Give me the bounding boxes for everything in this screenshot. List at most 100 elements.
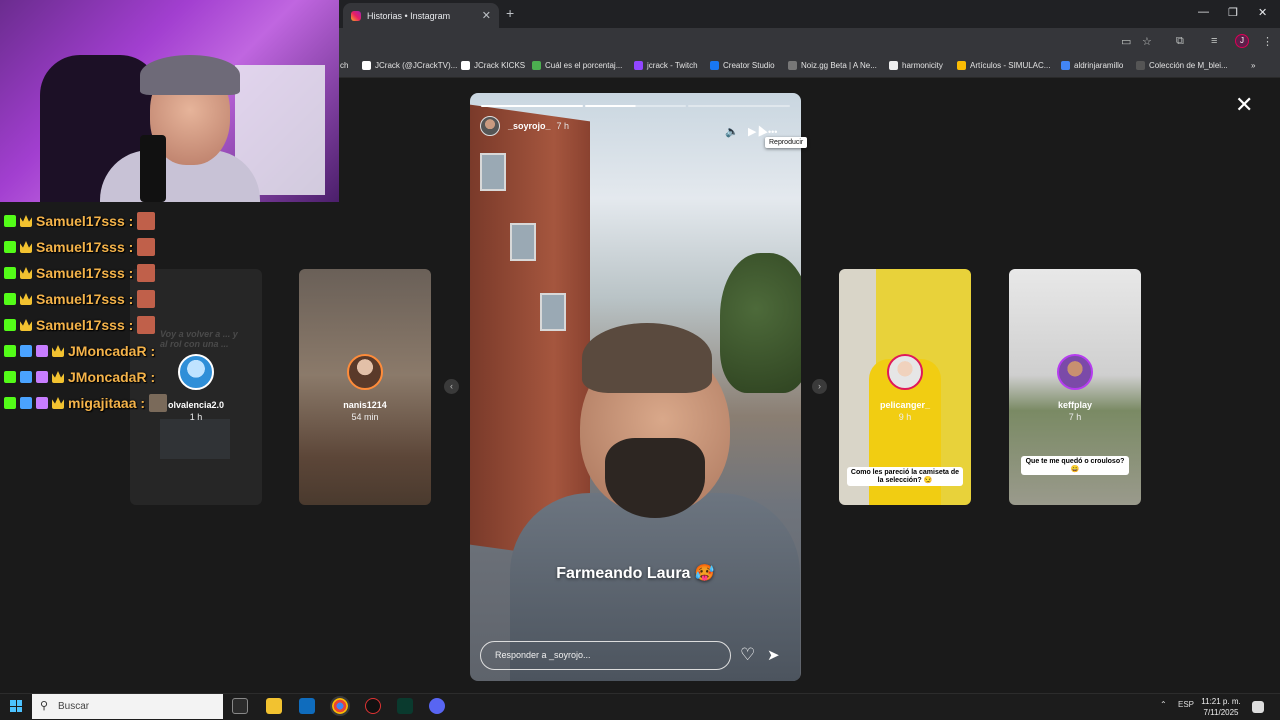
- avatar: [887, 354, 923, 390]
- clock-date: 7/11/2025: [1203, 708, 1239, 717]
- avatar: [347, 354, 383, 390]
- send-icon[interactable]: ➤: [767, 646, 780, 664]
- crown-badge-icon: [52, 345, 64, 357]
- extensions-icon[interactable]: ⧉: [1176, 35, 1184, 48]
- avatar: [1057, 354, 1093, 390]
- language-indicator[interactable]: ESP: [1178, 700, 1194, 709]
- install-app-icon[interactable]: ▭: [1121, 35, 1131, 48]
- tab-title: Historias • Instagram: [367, 10, 451, 21]
- kick-badge-icon: [4, 371, 16, 383]
- sub-badge-icon: [36, 397, 48, 409]
- bookmark-item[interactable]: JCrack KICKS: [461, 61, 525, 70]
- chat-username: Samuel17sss :: [36, 239, 134, 255]
- chat-message: Samuel17sss :: [0, 234, 260, 260]
- stream-chat-overlay: Samuel17sss : Samuel17sss : Samuel17sss …: [0, 208, 260, 416]
- crown-badge-icon: [20, 319, 32, 331]
- story-person: [510, 323, 800, 681]
- reply-input[interactable]: Responder a _soyrojo...: [480, 641, 731, 670]
- story-caption: Que te me quedó o crouloso? 😄: [1021, 456, 1129, 475]
- taskbar-clock[interactable]: 11:21 p. m. 7/11/2025: [1198, 696, 1244, 718]
- chat-message: Samuel17sss :: [0, 260, 260, 286]
- bookmark-item[interactable]: ch: [340, 61, 348, 70]
- bookmark-item[interactable]: Artículos - SIMULAC...: [957, 61, 1050, 70]
- chat-username: JMoncadaR :: [68, 343, 156, 359]
- file-explorer-icon[interactable]: [266, 698, 282, 714]
- story-thumbnail: [160, 419, 230, 459]
- menu-icon[interactable]: ⋮: [1262, 35, 1273, 48]
- bookmark-item[interactable]: Cuál es el porcentaj...: [532, 61, 622, 70]
- crown-badge-icon: [52, 371, 64, 383]
- instagram-icon: [351, 10, 361, 21]
- chat-username: Samuel17sss :: [36, 317, 134, 333]
- minimize-button[interactable]: —: [1198, 6, 1209, 18]
- sub-badge-icon: [36, 371, 48, 383]
- media-control-icon[interactable]: ≡: [1211, 35, 1217, 47]
- story-progress-bar: [481, 105, 791, 107]
- close-stories-button[interactable]: ✕: [1235, 94, 1253, 116]
- chat-username: migajitaaa :: [68, 395, 146, 411]
- kick-badge-icon: [4, 397, 16, 409]
- sub-badge-icon: [36, 345, 48, 357]
- bookmark-item[interactable]: Colección de M_blei...: [1136, 61, 1228, 70]
- story-username[interactable]: _soyrojo_: [508, 121, 551, 131]
- restore-button[interactable]: ❐: [1228, 6, 1238, 19]
- side-story-card[interactable]: pelicanger_ 9 h Como les pareció la cami…: [839, 269, 971, 505]
- active-story[interactable]: _soyrojo_ 7 h Farmeando Laura 🥵 Responde…: [470, 93, 801, 681]
- start-button[interactable]: [10, 700, 22, 712]
- kick-badge-icon: [4, 267, 16, 279]
- story-header: _soyrojo_ 7 h: [480, 115, 791, 137]
- tab-close-icon[interactable]: ✕: [482, 9, 491, 22]
- bookmark-item[interactable]: harmonicity: [889, 61, 943, 70]
- kick-badge-icon: [4, 319, 16, 331]
- volume-icon[interactable]: 🔈: [725, 125, 739, 138]
- bookmarks-overflow-button[interactable]: »: [1251, 61, 1255, 70]
- search-icon: ⚲: [40, 700, 49, 712]
- new-tab-button[interactable]: +: [506, 5, 514, 21]
- bookmark-item[interactable]: JCrack (@JCrackTV)...: [362, 61, 457, 70]
- side-story-card[interactable]: keffplay 7 h Que te me quedó o crouloso?…: [1009, 269, 1141, 505]
- previous-story-button[interactable]: ‹: [444, 379, 459, 394]
- kick-badge-icon: [4, 241, 16, 253]
- avatar[interactable]: [480, 116, 500, 136]
- emote-icon: [137, 238, 156, 256]
- bookmark-item[interactable]: Creator Studio: [710, 61, 775, 70]
- obs-icon[interactable]: [365, 698, 381, 714]
- chat-username: JMoncadaR :: [68, 369, 156, 385]
- story-time: 7 h: [1068, 412, 1082, 422]
- crown-badge-icon: [20, 215, 32, 227]
- crown-badge-icon: [20, 267, 32, 279]
- tab-instagram-stories[interactable]: Historias • Instagram ✕: [343, 3, 499, 28]
- next-story-button[interactable]: ›: [812, 379, 827, 394]
- chat-username: Samuel17sss :: [36, 213, 134, 229]
- webcam-overlay: [0, 0, 339, 202]
- emote-icon: [137, 290, 156, 308]
- window-close-button[interactable]: ✕: [1258, 6, 1267, 19]
- notifications-icon[interactable]: [1252, 701, 1264, 713]
- outlook-icon[interactable]: [299, 698, 315, 714]
- task-view-icon[interactable]: [232, 698, 248, 714]
- emote-icon: [137, 316, 156, 334]
- discord-icon[interactable]: [429, 698, 445, 714]
- taskbar-search-input[interactable]: ⚲ Buscar: [32, 694, 223, 719]
- chrome-icon[interactable]: [330, 696, 350, 716]
- kick-badge-icon: [4, 345, 16, 357]
- bookmark-star-icon[interactable]: ☆: [1142, 35, 1152, 48]
- profile-avatar[interactable]: J: [1235, 34, 1249, 48]
- more-options-icon[interactable]: •••: [768, 127, 777, 137]
- building-window: [510, 223, 536, 261]
- chat-message: Samuel17sss :: [0, 208, 260, 234]
- crown-badge-icon: [20, 241, 32, 253]
- bookmark-item[interactable]: aldrinjaramillo: [1061, 61, 1123, 70]
- story-username: keffplay: [1057, 400, 1092, 410]
- progress-segment: [584, 105, 687, 107]
- progress-segment: [481, 105, 583, 107]
- tray-expand-icon[interactable]: ⌃: [1160, 700, 1167, 709]
- story-time: 7 h: [556, 121, 570, 131]
- bookmark-item[interactable]: jcrack - Twitch: [634, 61, 698, 70]
- emote-icon: [137, 212, 156, 230]
- app-icon[interactable]: [397, 698, 413, 714]
- like-heart-icon[interactable]: ♡: [740, 645, 755, 665]
- bookmark-item[interactable]: Noiz.gg Beta | A Ne...: [788, 61, 877, 70]
- story-username: nanis1214: [343, 400, 387, 410]
- side-story-card[interactable]: nanis1214 54 min: [299, 269, 431, 505]
